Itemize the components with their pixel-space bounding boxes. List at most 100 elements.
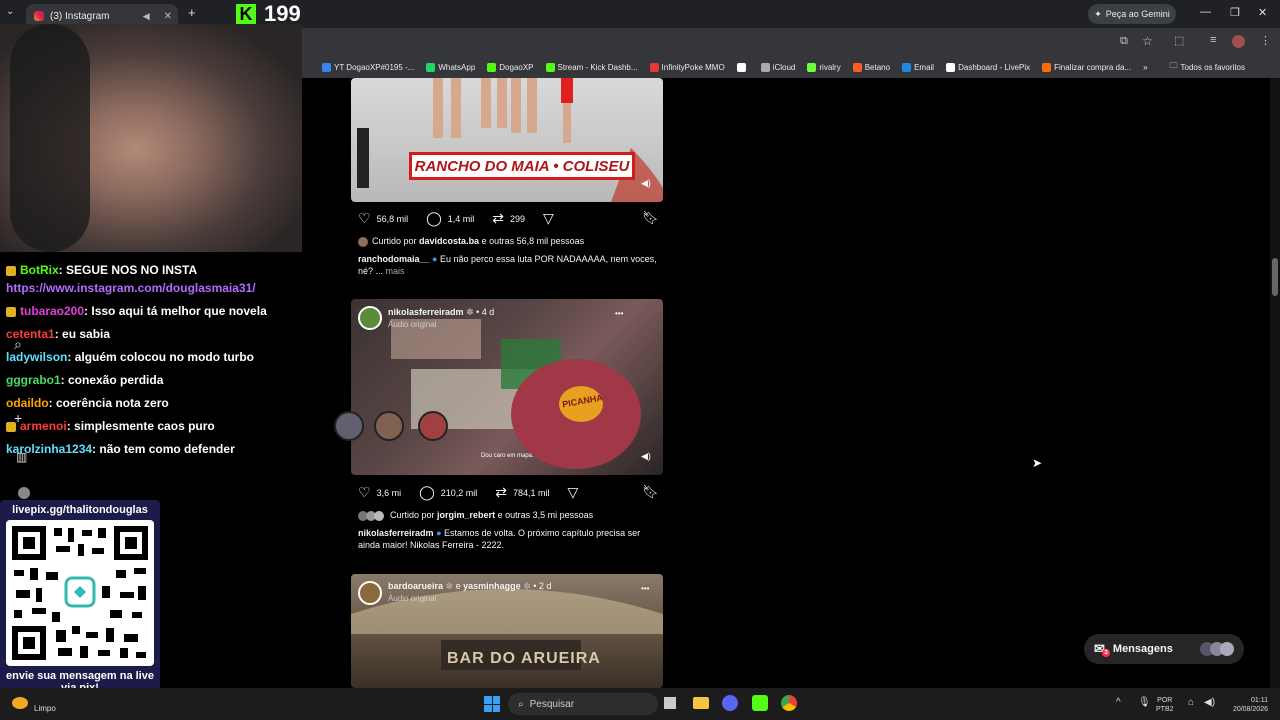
- tray-expand-icon[interactable]: ^: [1116, 697, 1121, 708]
- chat-username[interactable]: armenoi: [20, 419, 67, 433]
- bookmark-item[interactable]: DogaoXP: [487, 62, 534, 72]
- bookmark-star-icon[interactable]: ☆: [1142, 34, 1153, 48]
- bookmark-item[interactable]: Email: [902, 62, 935, 72]
- kick-app-icon[interactable]: [752, 695, 768, 711]
- save-icon[interactable]: 🔖︎: [642, 210, 659, 226]
- bookmark-item[interactable]: iCloud: [760, 62, 795, 72]
- chat-message: ladywilson: alguém colocou no modo turbo: [6, 350, 254, 364]
- bookmark-item[interactable]: rivalry: [807, 62, 841, 72]
- chat-text: : conexão perdida: [60, 373, 164, 387]
- more-options-icon[interactable]: •••: [641, 584, 649, 593]
- volume-icon[interactable]: ◀): [1204, 697, 1215, 708]
- liked-user-link[interactable]: davidcosta.ba: [419, 236, 479, 246]
- bookmark-item[interactable]: [736, 62, 749, 72]
- save-icon[interactable]: 🔖︎: [642, 484, 659, 500]
- microphone-icon[interactable]: 🎙︎: [1138, 697, 1151, 708]
- tab-audio-icon[interactable]: ◀: [143, 11, 150, 22]
- cast-icon[interactable]: ⧉: [1120, 35, 1128, 48]
- gemini-button[interactable]: ✦ Peça ao Gemini: [1088, 4, 1176, 24]
- qr-code: [6, 520, 154, 666]
- repost-icon[interactable]: ⇄: [495, 484, 507, 501]
- network-icon[interactable]: ⌂: [1188, 697, 1194, 708]
- extensions-icon[interactable]: ⬚: [1174, 34, 1184, 47]
- taskbar-search[interactable]: ⌕ Pesquisar: [508, 693, 658, 715]
- post-1-media[interactable]: RANCHO DO MAIA • COLISEU ◀): [351, 78, 663, 202]
- bookmark-label: Betano: [864, 62, 891, 72]
- weather-icon[interactable]: [12, 697, 28, 709]
- tab-close-icon[interactable]: ✕: [164, 11, 172, 22]
- bookmark-label: Email: [914, 62, 935, 72]
- bookmark-item[interactable]: Stream - Kick Dashb...: [545, 62, 638, 72]
- folder-icon: 🗀︎: [1169, 61, 1178, 70]
- chat-username[interactable]: BotRix: [20, 263, 59, 277]
- close-window-icon[interactable]: ✕: [1258, 6, 1267, 19]
- messages-button[interactable]: ✉ 3 Mensagens: [1084, 634, 1244, 664]
- file-explorer-icon[interactable]: [693, 697, 709, 709]
- viewer-avatar[interactable]: [334, 411, 364, 441]
- like-icon[interactable]: ♡: [358, 484, 371, 501]
- chat-message: BotRix: SEGUE NOS NO INSTA: [6, 263, 197, 277]
- new-tab-button[interactable]: +: [188, 5, 196, 20]
- messages-count: 3: [1102, 649, 1110, 657]
- maximize-icon[interactable]: ❐: [1230, 6, 1240, 19]
- caption-user-link[interactable]: nikolasferreiradm: [358, 528, 434, 538]
- post-2-audio[interactable]: Áudio original: [388, 320, 494, 329]
- comment-icon[interactable]: ◯: [419, 484, 435, 501]
- messages-avatars: [1200, 642, 1234, 656]
- bookmark-item[interactable]: Finalizar compra da...: [1042, 62, 1131, 72]
- post-2-avatar[interactable]: [358, 306, 382, 330]
- menu-icon[interactable]: ⋮: [1260, 34, 1271, 47]
- scrollbar-thumb[interactable]: [1272, 258, 1278, 296]
- search-icon: ⌕: [518, 698, 524, 710]
- caption-user-link[interactable]: ranchodomaia__: [358, 254, 430, 264]
- post-3-audio[interactable]: Áudio original: [388, 594, 551, 603]
- bookmark-item[interactable]: YT DogaoXP#0195 -...: [322, 62, 414, 72]
- profile-icon[interactable]: [18, 487, 30, 499]
- mouse-cursor-icon: ➤: [1032, 456, 1043, 470]
- post-3-username[interactable]: bardoarueira: [388, 581, 443, 591]
- chat-username[interactable]: gggrabo1: [6, 373, 61, 387]
- chat-message: odaildo: coerência nota zero: [6, 396, 169, 410]
- post-3-coauthor[interactable]: yasminhagge: [463, 581, 521, 591]
- viewer-avatar[interactable]: [418, 411, 448, 441]
- media-icon[interactable]: ≡: [1210, 34, 1216, 46]
- bookmark-item[interactable]: InfinityPoke MMO: [649, 62, 725, 72]
- chrome-icon[interactable]: [781, 695, 797, 711]
- dashboard-icon[interactable]: ▥: [16, 450, 27, 464]
- language-indicator[interactable]: POR PTB2: [1156, 696, 1174, 714]
- mute-icon[interactable]: ◀): [641, 451, 651, 462]
- chat-link[interactable]: https://www.instagram.com/douglasmaia31/: [6, 281, 256, 295]
- bookmark-icon: [322, 62, 331, 72]
- more-link[interactable]: mais: [386, 266, 405, 276]
- bookmarks-overflow-icon[interactable]: »: [1143, 63, 1147, 72]
- liked-user-link[interactable]: jorgim_rebert: [437, 510, 495, 520]
- bookmark-item[interactable]: Betano: [852, 62, 891, 72]
- tab-search-icon[interactable]: ⌄: [6, 6, 14, 17]
- post-1-actions: ♡ 56,8 mil ◯ 1,4 mil ⇄ 299 ▽: [358, 210, 554, 227]
- bookmark-item[interactable]: Dashboard - LivePix: [946, 62, 1030, 72]
- profile-avatar[interactable]: [1232, 35, 1245, 48]
- mute-icon[interactable]: ◀): [641, 178, 651, 189]
- discord-icon[interactable]: [722, 695, 738, 711]
- share-icon[interactable]: ▽: [543, 210, 554, 227]
- comment-icon[interactable]: ◯: [426, 210, 442, 227]
- search-icon[interactable]: ⌕: [14, 336, 22, 353]
- task-view-icon[interactable]: [664, 697, 676, 709]
- create-icon[interactable]: +: [14, 410, 22, 426]
- verified-icon: ✽: [523, 581, 531, 591]
- clock[interactable]: 01:11 20/08/2026: [1218, 696, 1268, 714]
- bookmark-item[interactable]: WhatsApp: [426, 62, 475, 72]
- minimize-icon[interactable]: —: [1200, 6, 1211, 18]
- post-2-username[interactable]: nikolasferreiradm: [388, 307, 464, 317]
- repost-icon[interactable]: ⇄: [492, 210, 504, 227]
- post-3-avatar[interactable]: [358, 581, 382, 605]
- share-icon[interactable]: ▽: [568, 484, 579, 501]
- more-options-icon[interactable]: •••: [615, 309, 623, 318]
- like-icon[interactable]: ♡: [358, 210, 371, 227]
- viewer-avatar[interactable]: [374, 411, 404, 441]
- scrollbar[interactable]: [1270, 78, 1280, 688]
- chat-username[interactable]: odaildo: [6, 396, 49, 410]
- windows-start-icon[interactable]: [484, 696, 500, 712]
- chat-username[interactable]: tubarao200: [20, 304, 84, 318]
- all-favorites-folder[interactable]: 🗀︎ Todos os favoritos: [1170, 60, 1245, 74]
